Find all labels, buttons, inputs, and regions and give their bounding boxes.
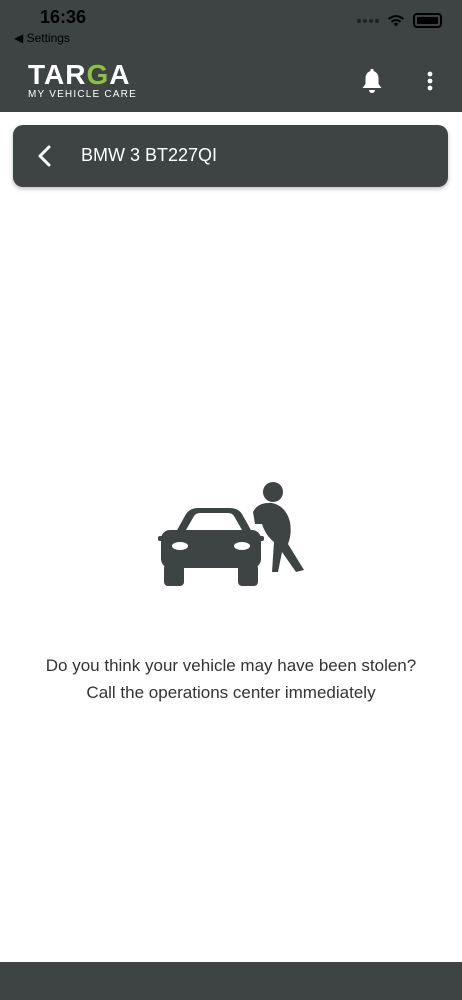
bell-icon[interactable] bbox=[359, 68, 385, 96]
call-instruction: Call the operations center immediately bbox=[86, 683, 376, 702]
logo-tagline: MY VEHICLE CARE bbox=[28, 89, 137, 100]
chevron-left-icon[interactable] bbox=[33, 143, 57, 169]
wifi-icon bbox=[388, 15, 404, 27]
status-back-to-settings[interactable]: ◀ Settings bbox=[14, 31, 70, 45]
car-theft-icon bbox=[158, 482, 304, 586]
battery-icon bbox=[413, 13, 442, 28]
logo-wordmark: TARGA bbox=[28, 59, 131, 90]
status-time: 16:36 bbox=[40, 7, 87, 27]
status-indicators bbox=[357, 13, 442, 28]
signal-icon bbox=[357, 18, 379, 23]
vehicle-header-card: BMW 3 BT227QI bbox=[13, 125, 448, 187]
theft-question: Do you think your vehicle may have been … bbox=[45, 656, 417, 675]
app-header: 16:36 ◀ Settings TARGA MY VEHICLE CARE bbox=[0, 0, 462, 112]
more-vertical-icon[interactable] bbox=[420, 68, 440, 96]
bottom-bar bbox=[0, 962, 462, 1000]
targa-logo: TARGA MY VEHICLE CARE bbox=[28, 59, 168, 101]
vehicle-title: BMW 3 BT227QI bbox=[81, 145, 218, 165]
theft-message: Do you think your vehicle may have been … bbox=[0, 652, 462, 706]
